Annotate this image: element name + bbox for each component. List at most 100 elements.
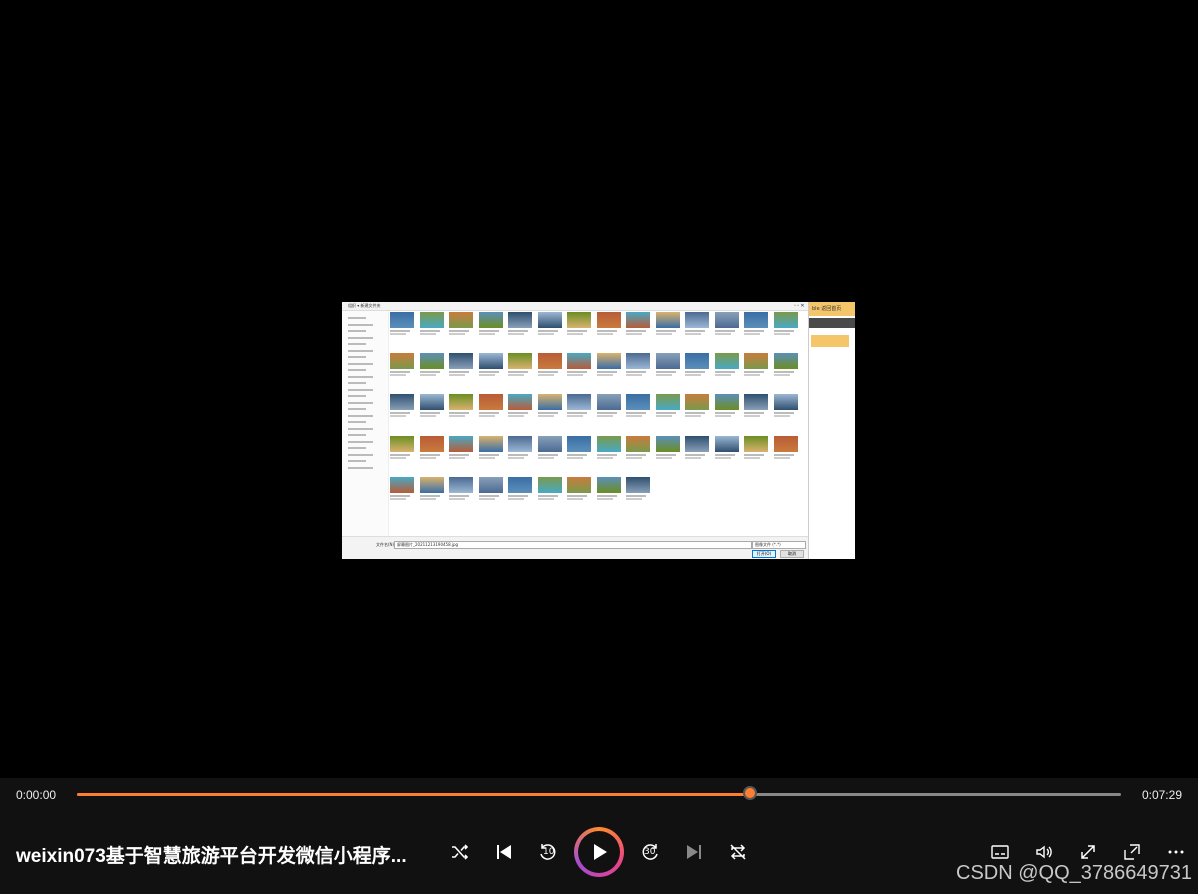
file-thumbnail [537,394,562,426]
volume-icon [1036,845,1052,859]
thumbnail-caption [655,371,676,374]
nav-pane-item [348,434,366,436]
file-thumbnail [567,394,591,426]
seek-bar[interactable] [77,793,1121,796]
thumbnail-image [626,476,650,493]
thumbnail-caption [626,494,646,497]
thumbnail-caption [626,374,642,377]
thumbnail-image [449,353,473,370]
nav-pane-item [348,453,373,456]
filename-field: 屏幕图片_20211213190458.jpg [394,541,752,549]
thumbnail-image [773,435,798,452]
dialog-toolbar: 组织 ▾ 新建文件夹 ▫ ▫ ✕ [342,302,808,311]
thumbnail-caption [508,333,524,335]
thumbnail-caption [419,371,440,374]
thumbnail-caption [478,494,499,497]
thumbnail-caption [390,415,406,418]
file-thumbnail [449,435,473,468]
thumbnail-image [714,312,739,328]
forward-button[interactable]: 30 [636,838,664,866]
nav-pane-item [348,414,373,417]
thumbnail-caption [567,412,587,415]
thumbnail-caption [714,374,731,377]
thumbnail-caption [508,494,528,497]
file-thumbnail [773,353,798,385]
thumbnail-caption [390,494,410,497]
thumbnail-image [508,394,532,411]
thumbnail-caption [714,371,735,374]
thumbnail-caption [626,415,642,418]
thumbnail-caption [685,374,701,377]
thumbnail-caption [537,494,558,497]
nav-pane-item [348,323,373,326]
file-thumbnail [537,435,562,468]
next-button[interactable] [680,838,708,866]
previous-button[interactable] [490,838,518,866]
background-app-bar [809,318,855,328]
thumbnail-caption [744,415,760,418]
background-app-panel: ble 返回首页 [808,302,855,559]
file-thumbnail [744,477,768,509]
dialog-nav-pane [342,311,389,536]
thumbnail-caption [419,374,436,377]
thumbnail-image [537,353,562,370]
repeat-button[interactable] [724,838,752,866]
thumbnail-caption [449,456,465,459]
video-title: weixin073基于智慧旅游平台开发微信小程序... [16,846,407,867]
thumbnail-caption [478,453,499,456]
thumbnail-caption [449,371,469,374]
thumbnail-image [655,353,680,370]
thumbnail-caption [508,453,528,456]
file-thumbnail [714,394,739,426]
nav-pane-item [348,317,366,319]
shuffle-button[interactable] [446,838,474,866]
thumbnail-caption [655,453,676,456]
file-thumbnail [390,312,414,344]
thumbnail-caption [596,453,617,456]
thumbnail-caption [419,453,440,456]
thumbnail-caption [685,415,701,418]
file-thumbnail [390,394,414,426]
thumbnail-image [508,435,532,452]
thumbnail-caption [626,333,642,335]
current-time: 0:00:00 [16,788,57,802]
rewind-button[interactable]: 10 [534,838,562,866]
thumbnail-caption [478,456,495,459]
thumbnail-image [714,353,739,370]
thumbnail-image [744,353,768,370]
thumbnail-caption [655,333,672,335]
nav-pane-item [348,362,373,365]
thumbnail-image [685,312,709,328]
nav-pane-item [348,369,366,371]
thumbnail-caption [419,412,440,415]
thumbnail-caption [773,330,794,332]
thumbnail-caption [685,456,701,459]
thumbnail-image [478,476,503,493]
thumbnail-caption [596,494,617,497]
dialog-cancel-button: 取消 [780,550,804,558]
fullscreen-icon [1081,845,1095,859]
thumbnail-image [626,394,650,411]
video-area[interactable]: 组织 ▾ 新建文件夹 ▫ ▫ ✕ 文件名(N): 屏幕图片_2021121319… [0,0,1198,778]
thumbnail-caption [478,374,495,377]
thumbnail-caption [419,333,436,335]
thumbnail-caption [596,333,613,335]
file-thumbnail [419,394,444,426]
thumbnail-image [419,312,444,328]
thumbnail-caption [626,497,642,500]
file-thumbnail [744,435,768,468]
seek-bar-progress [77,793,751,796]
thumbnail-image [596,353,621,370]
thumbnail-caption [419,456,436,459]
thumbnail-caption [655,415,672,418]
thumbnail-image [596,435,621,452]
thumbnail-image [655,312,680,328]
file-thumbnail [714,312,739,344]
play-icon [594,844,607,860]
thumbnail-image [419,476,444,493]
subtitles-icon [991,845,1009,859]
nav-pane-item [348,336,373,339]
thumbnail-caption [419,494,440,497]
play-button[interactable] [574,827,624,877]
seek-handle[interactable] [743,786,758,800]
